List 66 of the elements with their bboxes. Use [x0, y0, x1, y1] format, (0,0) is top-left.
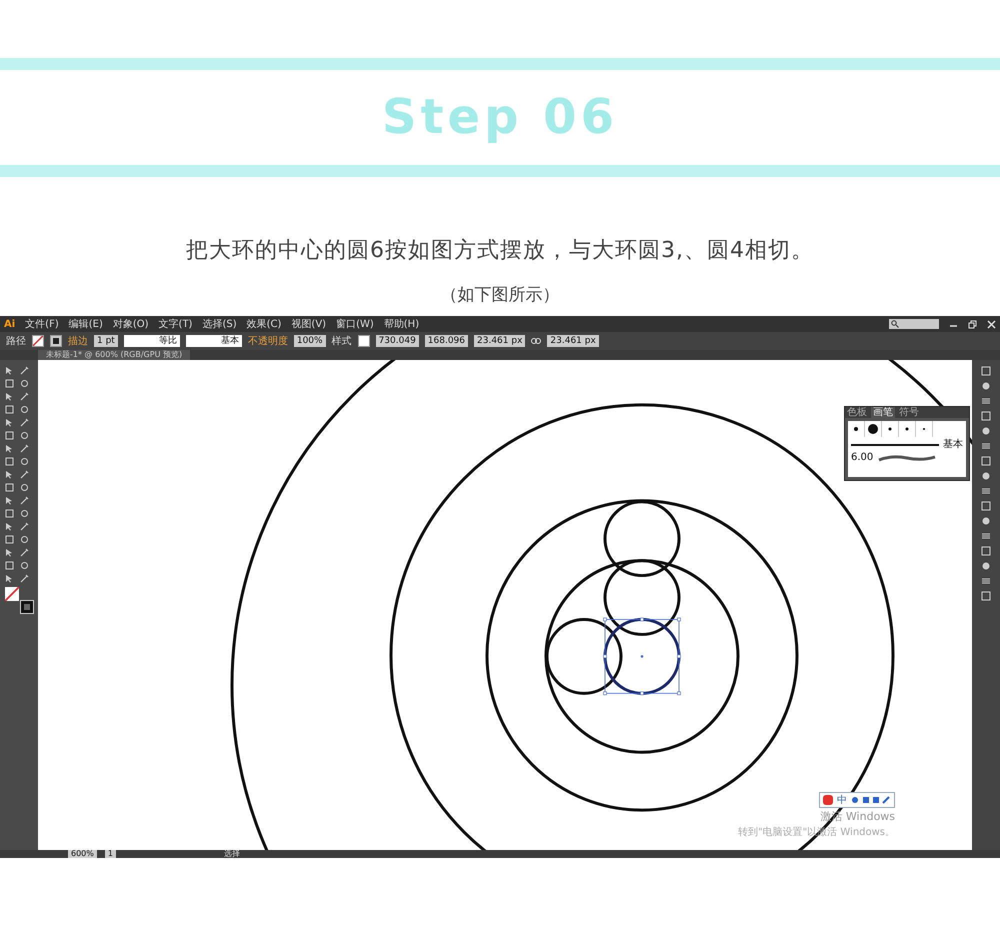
panel-tab[interactable]: 符号	[897, 407, 921, 418]
note-text: （如下图所示）	[440, 284, 560, 306]
tool-icon[interactable]	[20, 444, 29, 453]
menu-item[interactable]: 对象(O)	[112, 317, 149, 331]
restore-icon[interactable]	[968, 320, 977, 328]
stroke-swatch[interactable]	[50, 335, 62, 347]
brush-dropdown[interactable]: 基本	[186, 335, 242, 347]
tool-icon[interactable]	[20, 366, 29, 375]
brush-name[interactable]: 基本	[943, 439, 963, 450]
x-field[interactable]: 730.049	[376, 335, 419, 347]
stroke-color-box[interactable]	[21, 601, 33, 613]
panel-icon[interactable]	[981, 486, 991, 496]
menu-item[interactable]: 选择(S)	[202, 317, 237, 331]
ime-mode[interactable]: 中	[837, 793, 848, 807]
y-field[interactable]: 168.096	[424, 335, 468, 347]
style-swatch[interactable]	[358, 335, 370, 347]
selected-circle[interactable]	[603, 618, 681, 696]
menu-item[interactable]: 编辑(E)	[68, 317, 103, 331]
panel-icon[interactable]	[981, 396, 991, 406]
panel-tab[interactable]: 画笔	[871, 407, 895, 418]
link-icon[interactable]	[531, 337, 542, 345]
object-type-label: 路径	[6, 335, 26, 348]
fill-swatch[interactable]	[32, 335, 44, 347]
brush-size: 6.00	[851, 452, 874, 463]
style-label: 样式	[332, 334, 352, 348]
ime-logo-icon	[823, 795, 834, 805]
width-field[interactable]: 23.461 px	[474, 335, 526, 347]
menu-item[interactable]: 效果(C)	[246, 317, 282, 331]
brush-stroke-preview	[877, 454, 938, 462]
opacity-field[interactable]: 100%	[294, 335, 326, 347]
panel-icon[interactable]	[981, 531, 991, 541]
app-logo: Ai	[4, 318, 16, 330]
tool-icon[interactable]	[20, 522, 29, 531]
menu-item[interactable]: 文件(F)	[25, 317, 59, 331]
close-icon[interactable]	[987, 320, 996, 328]
profile-dropdown[interactable]: 等比	[124, 335, 180, 347]
ime-tools-icon[interactable]	[851, 796, 892, 804]
fill-color-box[interactable]	[5, 587, 19, 601]
tool-icon[interactable]	[20, 574, 29, 583]
tool-icon[interactable]	[20, 418, 29, 427]
brush-swatch[interactable]	[865, 421, 882, 437]
stroke-label[interactable]: 描边	[68, 334, 88, 348]
stroke-weight-field[interactable]: 1 pt	[94, 335, 118, 347]
opacity-label[interactable]: 不透明度	[248, 334, 288, 348]
menu-item[interactable]: 帮助(H)	[384, 317, 420, 331]
search-icon	[891, 320, 899, 328]
menu-item[interactable]: 文字(T)	[158, 317, 192, 331]
instruction-text: 把大环的中心的圆6按如图方式摆放，与大环圆3,、圆4相切。	[186, 237, 814, 265]
status-text: 选择	[224, 850, 240, 858]
tool-icon[interactable]	[20, 470, 29, 479]
panel-icon[interactable]	[981, 591, 991, 601]
menu-item[interactable]: 视图(V)	[291, 317, 326, 331]
menu-item[interactable]: 窗口(W)	[336, 317, 374, 331]
zoom-field[interactable]: 600%	[68, 850, 97, 858]
panel-icon[interactable]	[981, 441, 991, 451]
tool-icon[interactable]	[20, 548, 29, 557]
step-title: Step 06	[382, 88, 618, 147]
height-field[interactable]: 23.461 px	[547, 335, 599, 347]
search-field[interactable]	[889, 319, 939, 329]
tool-icon[interactable]	[20, 496, 29, 505]
panel-icon[interactable]	[981, 576, 991, 586]
document-tab[interactable]: 未标题-1* @ 600% (RGB/GPU 预览)	[38, 350, 190, 360]
panel-tab[interactable]: 色板	[845, 407, 869, 418]
page-field[interactable]: 1	[104, 850, 116, 858]
tool-icon[interactable]	[20, 392, 29, 401]
brush-tip-icon	[867, 423, 879, 435]
